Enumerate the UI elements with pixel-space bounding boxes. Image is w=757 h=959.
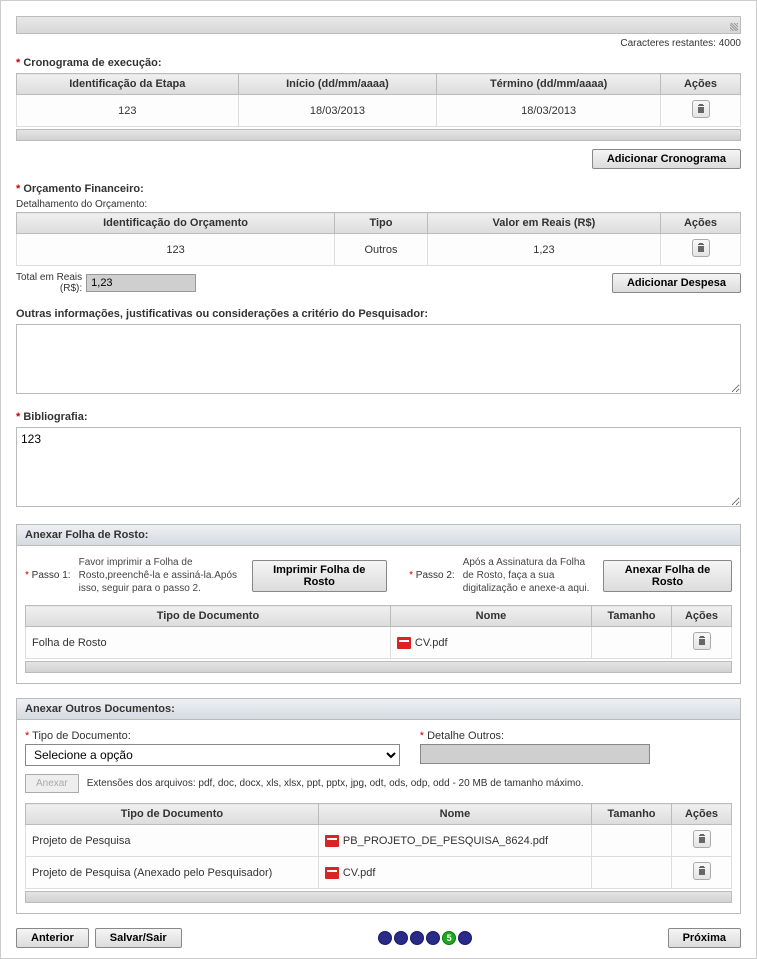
proxima-button[interactable]: Próxima bbox=[668, 928, 741, 948]
delete-button[interactable] bbox=[693, 830, 711, 848]
cronograma-h-inicio: Início (dd/mm/aaaa) bbox=[238, 74, 437, 95]
orc-h-tipo: Tipo bbox=[335, 213, 428, 234]
orcamento-label: * Orçamento Financeiro: bbox=[16, 183, 741, 195]
rosto-tipo: Folha de Rosto bbox=[26, 627, 391, 659]
rosto-h-nome: Nome bbox=[390, 606, 591, 627]
extensions-note: Extensões dos arquivos: pdf, doc, docx, … bbox=[87, 778, 584, 789]
biblio-label: * Bibliografia: bbox=[16, 411, 741, 423]
rosto-h-tipo: Tipo de Documento bbox=[26, 606, 391, 627]
rosto-title: Anexar Folha de Rosto: bbox=[17, 525, 740, 546]
od-tam bbox=[592, 825, 672, 857]
delete-button[interactable] bbox=[692, 100, 710, 118]
table-row: Projeto de Pesquisa (Anexado pelo Pesqui… bbox=[26, 857, 732, 889]
step-2[interactable] bbox=[394, 931, 408, 945]
total-label: Total em Reais (R$): bbox=[16, 272, 82, 294]
scrollbar[interactable] bbox=[25, 891, 732, 903]
orc-valor: 1,23 bbox=[427, 234, 660, 266]
cronograma-h-acoes: Ações bbox=[661, 74, 741, 95]
od-tam bbox=[592, 857, 672, 889]
orc-tipo: Outros bbox=[335, 234, 428, 266]
od-h-tam: Tamanho bbox=[592, 804, 672, 825]
char-counter: Caracteres restantes: 4000 bbox=[16, 38, 741, 49]
rosto-nome[interactable]: CV.pdf bbox=[415, 636, 448, 648]
cronograma-h-etapa: Identificação da Etapa bbox=[17, 74, 239, 95]
scrollbar[interactable] bbox=[25, 661, 732, 673]
scrollbar[interactable] bbox=[16, 129, 741, 141]
add-cronograma-button[interactable]: Adicionar Cronograma bbox=[592, 149, 741, 169]
table-row: 123 Outros 1,23 bbox=[17, 234, 741, 266]
cronograma-etapa: 123 bbox=[17, 95, 239, 127]
table-row: 123 18/03/2013 18/03/2013 bbox=[17, 95, 741, 127]
outros-docs-table: Tipo de Documento Nome Tamanho Ações Pro… bbox=[25, 803, 732, 889]
anexar-button: Anexar bbox=[25, 774, 79, 793]
outras-textarea[interactable] bbox=[16, 324, 741, 394]
imprimir-rosto-button[interactable]: Imprimir Folha de Rosto bbox=[252, 560, 387, 592]
wizard-stepper bbox=[378, 931, 472, 945]
cronograma-label: * Cronograma de execução: bbox=[16, 57, 741, 69]
cronograma-table: Identificação da Etapa Início (dd/mm/aaa… bbox=[16, 73, 741, 127]
step-3[interactable] bbox=[410, 931, 424, 945]
od-tipo: Projeto de Pesquisa bbox=[26, 825, 319, 857]
outros-docs-panel: Anexar Outros Documentos: * Tipo de Docu… bbox=[16, 698, 741, 914]
outros-docs-title: Anexar Outros Documentos: bbox=[17, 699, 740, 720]
cronograma-termino: 18/03/2013 bbox=[437, 95, 661, 127]
outras-label: Outras informações, justificativas ou co… bbox=[16, 308, 741, 320]
od-h-tipo: Tipo de Documento bbox=[26, 804, 319, 825]
tipo-doc-select[interactable]: Selecione a opção bbox=[25, 744, 400, 766]
rosto-table: Tipo de Documento Nome Tamanho Ações Fol… bbox=[25, 605, 732, 659]
rosto-panel: Anexar Folha de Rosto: * Passo 1: Favor … bbox=[16, 524, 741, 684]
detalhe-outros-input bbox=[420, 744, 650, 764]
pdf-icon bbox=[325, 833, 339, 849]
add-despesa-button[interactable]: Adicionar Despesa bbox=[612, 273, 741, 293]
tipo-doc-label: * Tipo de Documento: bbox=[25, 730, 400, 742]
salvar-sair-button[interactable]: Salvar/Sair bbox=[95, 928, 182, 948]
cronograma-inicio: 18/03/2013 bbox=[238, 95, 437, 127]
detalhe-outros-label: * Detalhe Outros: bbox=[420, 730, 732, 742]
passo2-label: * Passo 2: bbox=[409, 570, 455, 581]
rosto-h-acoes: Ações bbox=[672, 606, 732, 627]
cronograma-h-termino: Término (dd/mm/aaaa) bbox=[437, 74, 661, 95]
passo1-text: Favor imprimir a Folha de Rosto,preenchê… bbox=[79, 556, 244, 595]
od-h-nome: Nome bbox=[318, 804, 591, 825]
anterior-button[interactable]: Anterior bbox=[16, 928, 89, 948]
biblio-textarea[interactable]: 123 bbox=[16, 427, 741, 507]
step-6[interactable] bbox=[458, 931, 472, 945]
delete-button[interactable] bbox=[693, 632, 711, 650]
od-nome[interactable]: CV.pdf bbox=[343, 866, 376, 878]
od-tipo: Projeto de Pesquisa (Anexado pelo Pesqui… bbox=[26, 857, 319, 889]
table-row: Folha de Rosto CV.pdf bbox=[26, 627, 732, 659]
orcamento-table: Identificação do Orçamento Tipo Valor em… bbox=[16, 212, 741, 266]
pdf-icon bbox=[325, 865, 339, 881]
delete-button[interactable] bbox=[692, 239, 710, 257]
pdf-icon bbox=[397, 635, 411, 651]
orc-h-acoes: Ações bbox=[661, 213, 741, 234]
orcamento-sublabel: Detalhamento do Orçamento: bbox=[16, 199, 741, 210]
od-nome[interactable]: PB_PROJETO_DE_PESQUISA_8624.pdf bbox=[343, 834, 548, 846]
od-h-acoes: Ações bbox=[672, 804, 732, 825]
top-textarea-collapsed[interactable] bbox=[16, 16, 741, 34]
total-value bbox=[86, 274, 196, 292]
anexar-rosto-button[interactable]: Anexar Folha de Rosto bbox=[603, 560, 732, 592]
rosto-h-tam: Tamanho bbox=[592, 606, 672, 627]
orc-h-valor: Valor em Reais (R$) bbox=[427, 213, 660, 234]
passo2-text: Após a Assinatura da Folha de Rosto, faç… bbox=[463, 556, 595, 595]
step-4[interactable] bbox=[426, 931, 440, 945]
step-1[interactable] bbox=[378, 931, 392, 945]
delete-button[interactable] bbox=[693, 862, 711, 880]
rosto-tam bbox=[592, 627, 672, 659]
orc-h-ident: Identificação do Orçamento bbox=[17, 213, 335, 234]
orc-ident: 123 bbox=[17, 234, 335, 266]
step-5-active[interactable] bbox=[442, 931, 456, 945]
passo1-label: * Passo 1: bbox=[25, 570, 71, 581]
table-row: Projeto de Pesquisa PB_PROJETO_DE_PESQUI… bbox=[26, 825, 732, 857]
